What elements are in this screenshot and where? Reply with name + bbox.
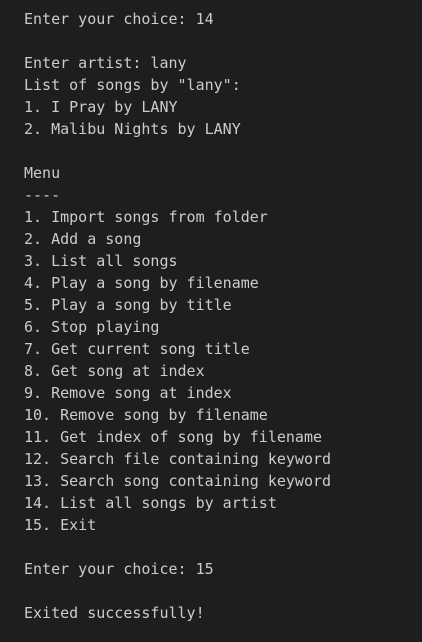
terminal-line-menu-item: 13. Search song containing keyword [24,472,332,490]
terminal-line-menu-title: Menu [24,164,61,182]
terminal-line-exit-message: Exited successfully! [24,604,205,622]
terminal-line-menu-item: 6. Stop playing [24,318,160,336]
terminal-line-menu-item: 15. Exit [24,516,97,534]
terminal-line-menu-item: 8. Get song at index [24,362,205,380]
terminal-line-prompt-artist: Enter artist: lany [24,54,187,72]
terminal-line-menu-item: 4. Play a song by filename [24,274,259,292]
terminal-line-prompt-choice: Enter your choice: 14 [24,10,214,28]
terminal-line-menu-divider: ---- [24,186,61,204]
terminal-output: Enter your choice: 14 Enter artist: lany… [0,0,422,642]
terminal-line-menu-item: 12. Search file containing keyword [24,450,332,468]
terminal-line-menu-item: 5. Play a song by title [24,296,232,314]
terminal-line-menu-item: 10. Remove song by filename [24,406,268,424]
terminal-line-menu-item: 7. Get current song title [24,340,250,358]
terminal-line-menu-item: 14. List all songs by artist [24,494,277,512]
terminal-line-song-list-header: List of songs by "lany": [24,76,241,94]
terminal-line-song-result: 2. Malibu Nights by LANY [24,120,241,138]
terminal-line-menu-item: 3. List all songs [24,252,178,270]
terminal-line-menu-item: 9. Remove song at index [24,384,232,402]
terminal-line-menu-item: 2. Add a song [24,230,142,248]
terminal-line-menu-item: 11. Get index of song by filename [24,428,323,446]
terminal-line-menu-item: 1. Import songs from folder [24,208,268,226]
terminal-line-prompt-choice: Enter your choice: 15 [24,560,214,578]
terminal-line-song-result: 1. I Pray by LANY [24,98,178,116]
